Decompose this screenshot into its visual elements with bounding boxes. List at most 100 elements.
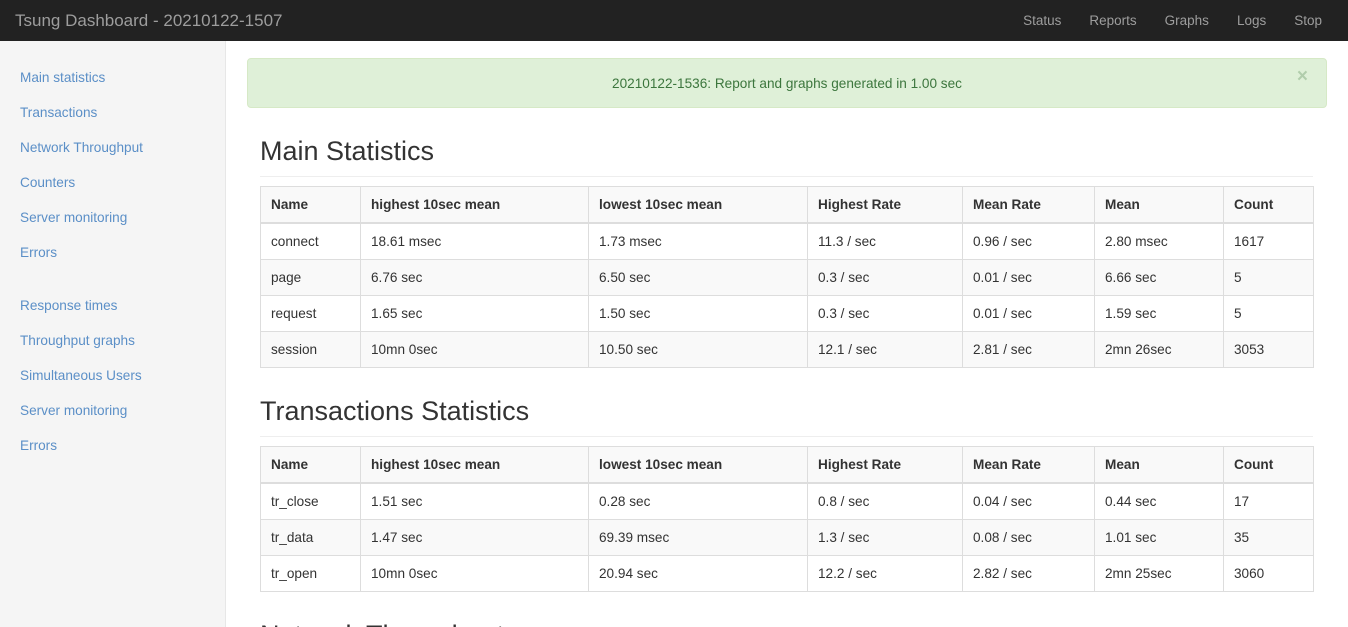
section-network-throughput: Network Throughput: [247, 619, 1328, 627]
cell-mean: 2mn 25sec: [1094, 555, 1224, 592]
sidebar-item-network-throughput[interactable]: Network Throughput: [0, 130, 225, 165]
status-alert: 20210122-1536: Report and graphs generat…: [247, 58, 1327, 108]
column-header-mean[interactable]: Mean: [1094, 446, 1224, 484]
cell-lowest-10sec: 1.73 msec: [588, 222, 808, 260]
table-row: connect 18.61 msec 1.73 msec 11.3 / sec …: [260, 222, 1314, 260]
section-divider: [260, 436, 1313, 437]
cell-mean-rate: 2.81 / sec: [962, 331, 1095, 368]
cell-highest-rate: 12.1 / sec: [807, 331, 963, 368]
nav-link-reports[interactable]: Reports: [1075, 0, 1150, 41]
sidebar-item-server-monitoring-2[interactable]: Server monitoring: [0, 393, 225, 428]
cell-lowest-10sec: 20.94 sec: [588, 555, 808, 592]
sidebar-item-errors-2[interactable]: Errors: [0, 428, 225, 463]
cell-mean: 2mn 26sec: [1094, 331, 1224, 368]
sidebar-item-simultaneous-users[interactable]: Simultaneous Users: [0, 358, 225, 393]
cell-mean-rate: 0.04 / sec: [962, 482, 1095, 520]
section-title-network-throughput: Network Throughput: [260, 619, 1328, 627]
column-header-name[interactable]: Name: [260, 186, 361, 224]
cell-count: 35: [1223, 519, 1314, 556]
column-header-count[interactable]: Count: [1223, 186, 1314, 224]
column-header-highest-rate[interactable]: Highest Rate: [807, 446, 963, 484]
cell-mean-rate: 0.01 / sec: [962, 295, 1095, 332]
column-header-mean-rate[interactable]: Mean Rate: [962, 446, 1095, 484]
cell-name: connect: [260, 222, 361, 260]
navbar-links: Status Reports Graphs Logs Stop: [1009, 0, 1348, 41]
section-transactions-statistics: Transactions Statistics Name highest 10s…: [247, 395, 1328, 592]
cell-mean-rate: 0.96 / sec: [962, 222, 1095, 260]
nav-link-logs[interactable]: Logs: [1223, 0, 1280, 41]
cell-lowest-10sec: 69.39 msec: [588, 519, 808, 556]
cell-mean-rate: 2.82 / sec: [962, 555, 1095, 592]
column-header-highest-10sec[interactable]: highest 10sec mean: [360, 446, 589, 484]
cell-lowest-10sec: 0.28 sec: [588, 482, 808, 520]
sidebar-item-transactions[interactable]: Transactions: [0, 95, 225, 130]
cell-highest-10sec: 10mn 0sec: [360, 331, 589, 368]
section-title-transactions: Transactions Statistics: [260, 396, 530, 426]
column-header-highest-10sec[interactable]: highest 10sec mean: [360, 186, 589, 224]
table-row: request 1.65 sec 1.50 sec 0.3 / sec 0.01…: [260, 295, 1314, 332]
cell-highest-10sec: 1.65 sec: [360, 295, 589, 332]
cell-count: 17: [1223, 482, 1314, 520]
section-divider: [260, 176, 1313, 177]
cell-lowest-10sec: 1.50 sec: [588, 295, 808, 332]
cell-mean: 2.80 msec: [1094, 222, 1224, 260]
cell-mean: 6.66 sec: [1094, 259, 1224, 296]
cell-name: page: [260, 259, 361, 296]
sidebar-divider: [0, 270, 225, 288]
cell-name: tr_close: [260, 482, 361, 520]
cell-lowest-10sec: 6.50 sec: [588, 259, 808, 296]
cell-count: 5: [1223, 259, 1314, 296]
table-row: session 10mn 0sec 10.50 sec 12.1 / sec 2…: [260, 331, 1314, 368]
cell-highest-10sec: 1.51 sec: [360, 482, 589, 520]
cell-lowest-10sec: 10.50 sec: [588, 331, 808, 368]
sidebar-item-server-monitoring[interactable]: Server monitoring: [0, 200, 225, 235]
sidebar-item-counters[interactable]: Counters: [0, 165, 225, 200]
close-icon[interactable]: ×: [1291, 66, 1314, 87]
section-main-statistics: Main Statistics Name highest 10sec mean …: [247, 135, 1328, 368]
cell-mean: 1.01 sec: [1094, 519, 1224, 556]
page-title: Main Statistics: [260, 136, 435, 166]
sidebar-item-response-times[interactable]: Response times: [0, 288, 225, 323]
column-header-count[interactable]: Count: [1223, 446, 1314, 484]
table-row: page 6.76 sec 6.50 sec 0.3 / sec 0.01 / …: [260, 259, 1314, 296]
column-header-mean-rate[interactable]: Mean Rate: [962, 186, 1095, 224]
column-header-highest-rate[interactable]: Highest Rate: [807, 186, 963, 224]
cell-mean: 0.44 sec: [1094, 482, 1224, 520]
cell-highest-10sec: 1.47 sec: [360, 519, 589, 556]
column-header-name[interactable]: Name: [260, 446, 361, 484]
cell-count: 3060: [1223, 555, 1314, 592]
transactions-statistics-table: Name highest 10sec mean lowest 10sec mea…: [260, 446, 1314, 592]
nav-link-graphs[interactable]: Graphs: [1151, 0, 1223, 41]
cell-name: session: [260, 331, 361, 368]
cell-name: request: [260, 295, 361, 332]
cell-highest-10sec: 10mn 0sec: [360, 555, 589, 592]
table-row: tr_close 1.51 sec 0.28 sec 0.8 / sec 0.0…: [260, 482, 1314, 520]
cell-highest-rate: 1.3 / sec: [807, 519, 963, 556]
column-header-mean[interactable]: Mean: [1094, 186, 1224, 224]
cell-mean-rate: 0.08 / sec: [962, 519, 1095, 556]
status-alert-message: 20210122-1536: Report and graphs generat…: [612, 75, 962, 91]
cell-mean: 1.59 sec: [1094, 295, 1224, 332]
cell-count: 5: [1223, 295, 1314, 332]
cell-count: 1617: [1223, 222, 1314, 260]
cell-highest-10sec: 18.61 msec: [360, 222, 589, 260]
table-row: tr_data 1.47 sec 69.39 msec 1.3 / sec 0.…: [260, 519, 1314, 556]
sidebar-item-throughput-graphs[interactable]: Throughput graphs: [0, 323, 225, 358]
nav-link-stop[interactable]: Stop: [1280, 0, 1336, 41]
nav-link-status[interactable]: Status: [1009, 0, 1075, 41]
sidebar-item-errors[interactable]: Errors: [0, 235, 225, 270]
column-header-lowest-10sec[interactable]: lowest 10sec mean: [588, 446, 808, 484]
navbar-brand[interactable]: Tsung Dashboard - 20210122-1507: [0, 0, 282, 41]
main-content: 20210122-1536: Report and graphs generat…: [227, 41, 1348, 627]
main-statistics-table: Name highest 10sec mean lowest 10sec mea…: [260, 186, 1314, 368]
cell-name: tr_data: [260, 519, 361, 556]
column-header-lowest-10sec[interactable]: lowest 10sec mean: [588, 186, 808, 224]
table-row: tr_open 10mn 0sec 20.94 sec 12.2 / sec 2…: [260, 555, 1314, 592]
cell-name: tr_open: [260, 555, 361, 592]
cell-count: 3053: [1223, 331, 1314, 368]
cell-highest-rate: 0.8 / sec: [807, 482, 963, 520]
cell-highest-rate: 0.3 / sec: [807, 295, 963, 332]
sidebar-item-main-statistics[interactable]: Main statistics: [0, 60, 225, 95]
cell-highest-rate: 11.3 / sec: [807, 222, 963, 260]
cell-mean-rate: 0.01 / sec: [962, 259, 1095, 296]
